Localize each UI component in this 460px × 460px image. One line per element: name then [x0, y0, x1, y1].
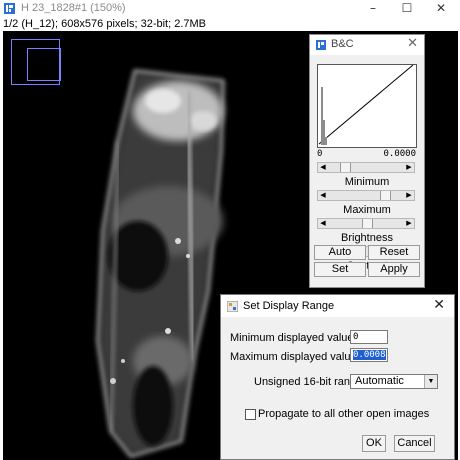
- arrow-right-icon[interactable]: ▶: [404, 219, 414, 228]
- histogram-plot: [318, 64, 414, 145]
- minimize-button[interactable]: –: [358, 0, 388, 17]
- min-value-label: Minimum displayed value:: [230, 332, 357, 344]
- min-value-input[interactable]: 0: [350, 330, 388, 344]
- slider-thumb[interactable]: [362, 219, 373, 228]
- maximize-icon: ☐: [401, 1, 413, 15]
- dropdown-arrow-icon[interactable]: ▼: [424, 375, 437, 388]
- window-title: H 23_1828#1 (150%): [21, 2, 126, 14]
- maximum-slider[interactable]: ◀ ▶: [317, 190, 415, 201]
- navigator-viewport[interactable]: [27, 48, 61, 81]
- close-icon[interactable]: ✕: [407, 36, 418, 51]
- max-value-text: 0.0008: [353, 350, 386, 360]
- slider-thumb[interactable]: [340, 163, 351, 172]
- apply-button[interactable]: Apply: [368, 262, 420, 277]
- close-icon[interactable]: ✕: [433, 297, 445, 313]
- arrow-right-icon[interactable]: ▶: [404, 163, 414, 172]
- cancel-button[interactable]: Cancel: [394, 435, 435, 452]
- range-select-value: Automatic: [355, 375, 404, 387]
- dialog-title: Set Display Range: [243, 300, 335, 312]
- close-icon: ✕: [435, 1, 447, 15]
- arrow-left-icon[interactable]: ◀: [318, 163, 328, 172]
- slider-thumb[interactable]: [380, 191, 391, 200]
- ok-button[interactable]: OK: [362, 435, 386, 452]
- brightness-label: Brightness: [341, 232, 393, 244]
- minimize-icon: –: [370, 1, 376, 15]
- maximize-button[interactable]: ☐: [392, 0, 422, 17]
- minimum-label: Minimum: [344, 176, 390, 188]
- range-label: Unsigned 16-bit range:: [254, 376, 366, 388]
- arrow-left-icon[interactable]: ◀: [318, 219, 328, 228]
- max-value-input[interactable]: 0.0008: [350, 348, 388, 362]
- reset-button[interactable]: Reset: [368, 245, 420, 260]
- image-info: 1/2 (H_12); 608x576 pixels; 32-bit; 2.7M…: [3, 18, 207, 30]
- histogram-min: 0: [317, 149, 323, 159]
- maximum-label: Maximum: [343, 204, 391, 216]
- propagate-checkbox[interactable]: [245, 409, 256, 420]
- bc-title-bar: B&C ✕: [310, 35, 424, 55]
- histogram-max: 0.0000: [383, 149, 416, 159]
- bc-title: B&C: [331, 38, 354, 50]
- histogram: [317, 64, 417, 148]
- range-select[interactable]: Automatic ▼: [350, 374, 438, 389]
- imagej-icon: [227, 301, 238, 312]
- set-button[interactable]: Set: [314, 262, 366, 277]
- set-display-range-dialog: Set Display Range ✕ Minimum displayed va…: [220, 294, 455, 460]
- window-title-bar: H 23_1828#1 (150%) – ☐ ✕: [0, 0, 460, 17]
- propagate-label: Propagate to all other open images: [258, 408, 430, 420]
- dialog-title-bar: Set Display Range ✕: [221, 295, 454, 317]
- minimum-slider[interactable]: ◀ ▶: [317, 162, 415, 173]
- auto-button[interactable]: Auto: [314, 245, 366, 260]
- navigator-overview[interactable]: [11, 39, 61, 85]
- arrow-left-icon[interactable]: ◀: [318, 191, 328, 200]
- max-value-label: Maximum displayed value:: [230, 351, 360, 363]
- brightness-contrast-panel: B&C ✕ 0 0.0000 ◀ ▶ Minimum ◀ ▶ Maximum ◀…: [309, 34, 425, 288]
- imagej-icon: [4, 3, 15, 14]
- arrow-right-icon[interactable]: ▶: [404, 191, 414, 200]
- min-value-text: 0: [353, 332, 359, 342]
- imagej-icon: [316, 40, 326, 50]
- close-button[interactable]: ✕: [426, 0, 456, 17]
- brightness-slider[interactable]: ◀ ▶: [317, 218, 415, 229]
